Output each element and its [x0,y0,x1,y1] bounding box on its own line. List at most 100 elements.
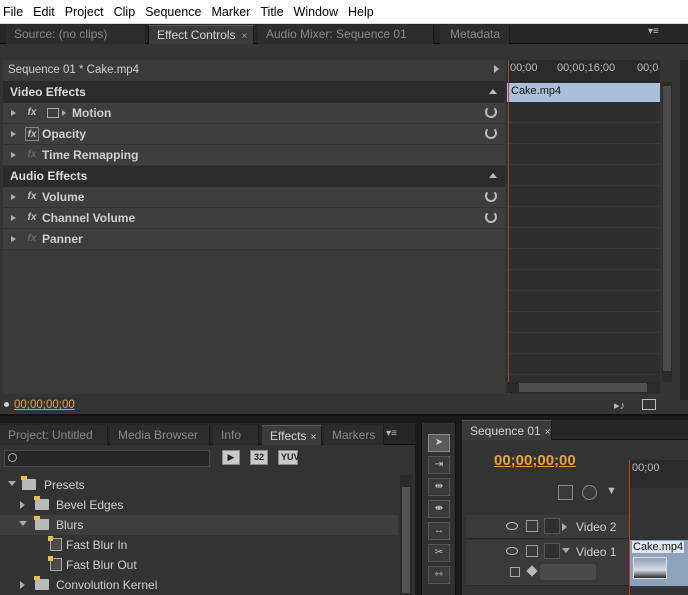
clip-bar[interactable]: Cake.mp4 [507,83,660,102]
effect-timeline-ruler[interactable]: 00;00 00;00;16;00 00;0 [507,60,660,82]
razor-tool-icon[interactable]: ✂ [428,544,450,562]
snap-icon[interactable] [558,485,573,500]
search-input[interactable] [21,452,207,465]
selection-tool-icon[interactable]: ➤ [428,434,450,452]
sequence-timecode[interactable]: 00;00;00;00 [494,452,576,469]
menu-sequence[interactable]: Sequence [141,0,207,24]
add-marker-icon[interactable]: ▼ [606,485,621,500]
collapse-up-icon[interactable] [489,89,497,94]
sequence-clip[interactable]: Cake.mp4 [630,540,688,586]
tree-item-fast-blur-out[interactable]: Fast Blur Out [0,555,398,575]
display-style-icon[interactable] [510,567,520,577]
effect-row-panner[interactable]: fx Panner [3,229,505,250]
keyframe-icon[interactable] [526,565,538,577]
menu-help[interactable]: Help [344,0,380,24]
reset-icon[interactable] [485,211,497,223]
effect-row-motion[interactable]: fx Motion [3,103,505,124]
expand-icon[interactable] [11,110,16,116]
expand-icon[interactable] [11,215,16,221]
tab-audio-mixer[interactable]: Audio Mixer: Sequence 01 [258,25,434,44]
collapse-icon[interactable] [8,481,16,486]
collapse-icon[interactable] [562,548,570,553]
scrollbar-thumb[interactable] [402,487,410,593]
reset-icon[interactable] [485,190,497,202]
menu-file[interactable]: File [0,0,29,24]
current-timecode[interactable]: 00;00;00;00 [14,399,75,411]
effect-row-channel-volume[interactable]: fx Channel Volume [3,208,505,229]
effects-search[interactable] [4,450,210,467]
rate-stretch-tool-icon[interactable]: ↔ [428,522,450,540]
tab-project[interactable]: Project: Untitled [0,425,108,445]
sequence-ruler[interactable]: 00;00 [630,460,688,488]
eye-icon[interactable] [506,522,518,530]
expand-icon[interactable] [11,194,16,200]
32bit-effects-badge[interactable]: 32 [250,450,268,465]
collapse-icon[interactable] [19,521,27,526]
tab-sequence-01[interactable]: Sequence 01 × [462,420,552,440]
keyframe-navigator[interactable] [540,564,596,580]
sync-lock-icon[interactable] [526,520,538,532]
expand-icon[interactable] [11,152,16,158]
panel-menu-icon[interactable]: ▾≡ [648,26,659,37]
collapse-up-icon[interactable] [489,173,497,178]
vertical-scrollbar[interactable] [400,475,412,595]
close-icon[interactable]: × [241,31,247,42]
play-audio-icon[interactable]: ▸♪ [614,399,628,412]
marker-icon[interactable] [582,485,597,500]
fx-toggle-icon[interactable]: fx [25,190,39,204]
effect-row-volume[interactable]: fx Volume [3,187,505,208]
sync-lock-icon[interactable] [526,545,538,557]
menu-clip[interactable]: Clip [110,0,142,24]
tab-info[interactable]: Info [213,425,259,445]
playhead[interactable] [508,60,509,394]
tab-effect-controls[interactable]: Effect Controls × [148,25,254,44]
tree-item-bevel-edges[interactable]: Bevel Edges [0,495,398,515]
scrollbar-thumb[interactable] [663,86,671,371]
show-timeline-icon[interactable] [494,65,499,73]
menu-window[interactable]: Window [290,0,344,24]
tree-item-fast-blur-in[interactable]: Fast Blur In [0,535,398,555]
expand-icon[interactable] [20,581,25,589]
tab-effects[interactable]: Effects × [262,425,322,445]
eye-icon[interactable] [506,547,518,555]
lock-icon[interactable] [544,543,560,559]
tree-item-convolution-kernel[interactable]: Convolution Kernel [0,575,398,595]
export-icon[interactable] [642,399,656,410]
menu-edit[interactable]: Edit [29,0,61,24]
menu-title[interactable]: Title [256,0,289,24]
menu-marker[interactable]: Marker [207,0,256,24]
track-video-2[interactable]: Video 2 [466,515,630,539]
expand-icon[interactable] [11,236,16,242]
lock-icon[interactable] [544,518,560,534]
ripple-edit-tool-icon[interactable]: ⇹ [428,478,450,496]
expand-icon[interactable] [562,523,567,531]
yuv-effects-badge[interactable]: YUV [278,450,300,465]
expand-icon[interactable] [20,501,25,509]
tab-metadata[interactable]: Metadata [440,25,510,44]
menu-project[interactable]: Project [61,0,110,24]
panel-menu-icon[interactable]: ▾≡ [386,428,397,439]
rolling-edit-tool-icon[interactable]: ⇼ [428,500,450,518]
reset-icon[interactable] [485,106,497,118]
expand-icon[interactable] [11,131,16,137]
fx-toggle-icon[interactable]: fx [25,106,39,120]
slip-tool-icon[interactable]: ⇿ [428,566,450,584]
fx-toggle-icon[interactable]: fx [25,127,39,141]
tab-media-browser[interactable]: Media Browser [110,425,210,445]
scrollbar-thumb[interactable] [519,383,647,392]
tab-markers[interactable]: Markers [324,425,384,445]
vertical-scrollbar[interactable] [662,82,672,382]
effect-row-opacity[interactable]: fx Opacity [3,124,505,145]
transform-icon[interactable] [47,108,59,118]
tab-source[interactable]: Source: (no clips) [6,25,146,44]
effect-row-time-remapping[interactable]: fx Time Remapping [3,145,505,166]
playhead[interactable] [629,460,630,595]
close-icon[interactable]: × [310,432,316,443]
fx-toggle-icon[interactable]: fx [25,211,39,225]
tree-item-blurs[interactable]: Blurs [0,515,398,535]
reset-icon[interactable] [485,127,497,139]
tree-item-presets[interactable]: Presets [0,475,398,495]
track-select-tool-icon[interactable]: ⇥ [428,456,450,474]
accelerated-effects-icon[interactable]: ▶ [222,450,240,465]
close-icon[interactable]: × [545,427,551,438]
